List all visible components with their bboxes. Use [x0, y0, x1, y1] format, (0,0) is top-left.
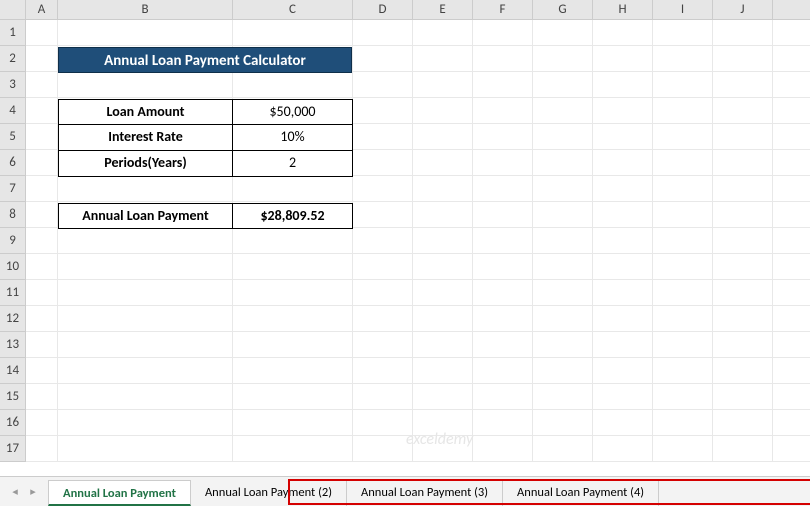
row-header-6[interactable]: 6 [0, 150, 26, 176]
col-header-C[interactable]: C [233, 0, 353, 19]
col-header-H[interactable]: H [593, 0, 653, 19]
row-header-7[interactable]: 7 [0, 176, 26, 202]
col-header-E[interactable]: E [413, 0, 473, 19]
sheet-tab-active[interactable]: Annual Loan Payment [48, 480, 191, 506]
row-header-4[interactable]: 4 [0, 98, 26, 124]
col-header-D[interactable]: D [353, 0, 413, 19]
loan-amount-label[interactable]: Loan Amount [58, 99, 233, 125]
interest-rate-label[interactable]: Interest Rate [58, 125, 233, 151]
row-header-17[interactable]: 17 [0, 436, 26, 462]
col-header-G[interactable]: G [533, 0, 593, 19]
row-header-16[interactable]: 16 [0, 410, 26, 436]
row-header-9[interactable]: 9 [0, 228, 26, 254]
table-row: Loan Amount $50,000 [58, 99, 353, 125]
row-header-1[interactable]: 1 [0, 20, 26, 46]
row-header-3[interactable]: 3 [0, 72, 26, 98]
loan-amount-value[interactable]: $50,000 [233, 99, 353, 125]
row-header-8[interactable]: 8 [0, 202, 26, 228]
row-header-11[interactable]: 11 [0, 280, 26, 306]
interest-rate-value[interactable]: 10% [233, 125, 353, 151]
table-row: Interest Rate 10% [58, 125, 353, 151]
col-header-F[interactable]: F [473, 0, 533, 19]
row-header-13[interactable]: 13 [0, 332, 26, 358]
row-headers: 1 2 3 4 5 6 7 8 9 10 11 12 13 14 15 16 1… [0, 20, 26, 462]
col-header-B[interactable]: B [58, 0, 233, 19]
tab-next-button[interactable]: ▸ [26, 485, 40, 499]
column-headers: A B C D E F G H I J [0, 0, 810, 20]
row-header-5[interactable]: 5 [0, 124, 26, 150]
periods-label[interactable]: Periods(Years) [58, 151, 233, 177]
loan-input-table: Loan Amount $50,000 Interest Rate 10% Pe… [58, 99, 353, 177]
periods-value[interactable]: 2 [233, 151, 353, 177]
annual-payment-value[interactable]: $28,809.52 [233, 203, 353, 229]
cells-area[interactable]: Annual Loan Payment Calculator Loan Amou… [26, 20, 810, 462]
row-header-14[interactable]: 14 [0, 358, 26, 384]
title-banner: Annual Loan Payment Calculator [58, 47, 352, 73]
table-row: Periods(Years) 2 [58, 151, 353, 177]
sheet-tab[interactable]: Annual Loan Payment (2) [191, 480, 347, 506]
sheet-tab[interactable]: Annual Loan Payment (4) [503, 480, 659, 506]
col-header-I[interactable]: I [653, 0, 713, 19]
select-all-corner[interactable] [0, 0, 26, 19]
spreadsheet-grid: A B C D E F G H I J 1 2 3 4 5 6 7 8 9 10… [0, 0, 810, 476]
col-header-J[interactable]: J [713, 0, 773, 19]
row-header-15[interactable]: 15 [0, 384, 26, 410]
row-header-10[interactable]: 10 [0, 254, 26, 280]
row-header-2[interactable]: 2 [0, 46, 26, 72]
annual-payment-label[interactable]: Annual Loan Payment [58, 203, 233, 229]
sheet-tab[interactable]: Annual Loan Payment (3) [347, 480, 503, 506]
result-row: Annual Loan Payment $28,809.52 [58, 203, 353, 229]
row-header-12[interactable]: 12 [0, 306, 26, 332]
col-header-A[interactable]: A [26, 0, 58, 19]
sheet-tab-bar: ◂ ▸ Annual Loan Payment Annual Loan Paym… [0, 476, 810, 506]
tab-prev-button[interactable]: ◂ [8, 485, 22, 499]
tab-nav-controls: ◂ ▸ [0, 477, 48, 506]
